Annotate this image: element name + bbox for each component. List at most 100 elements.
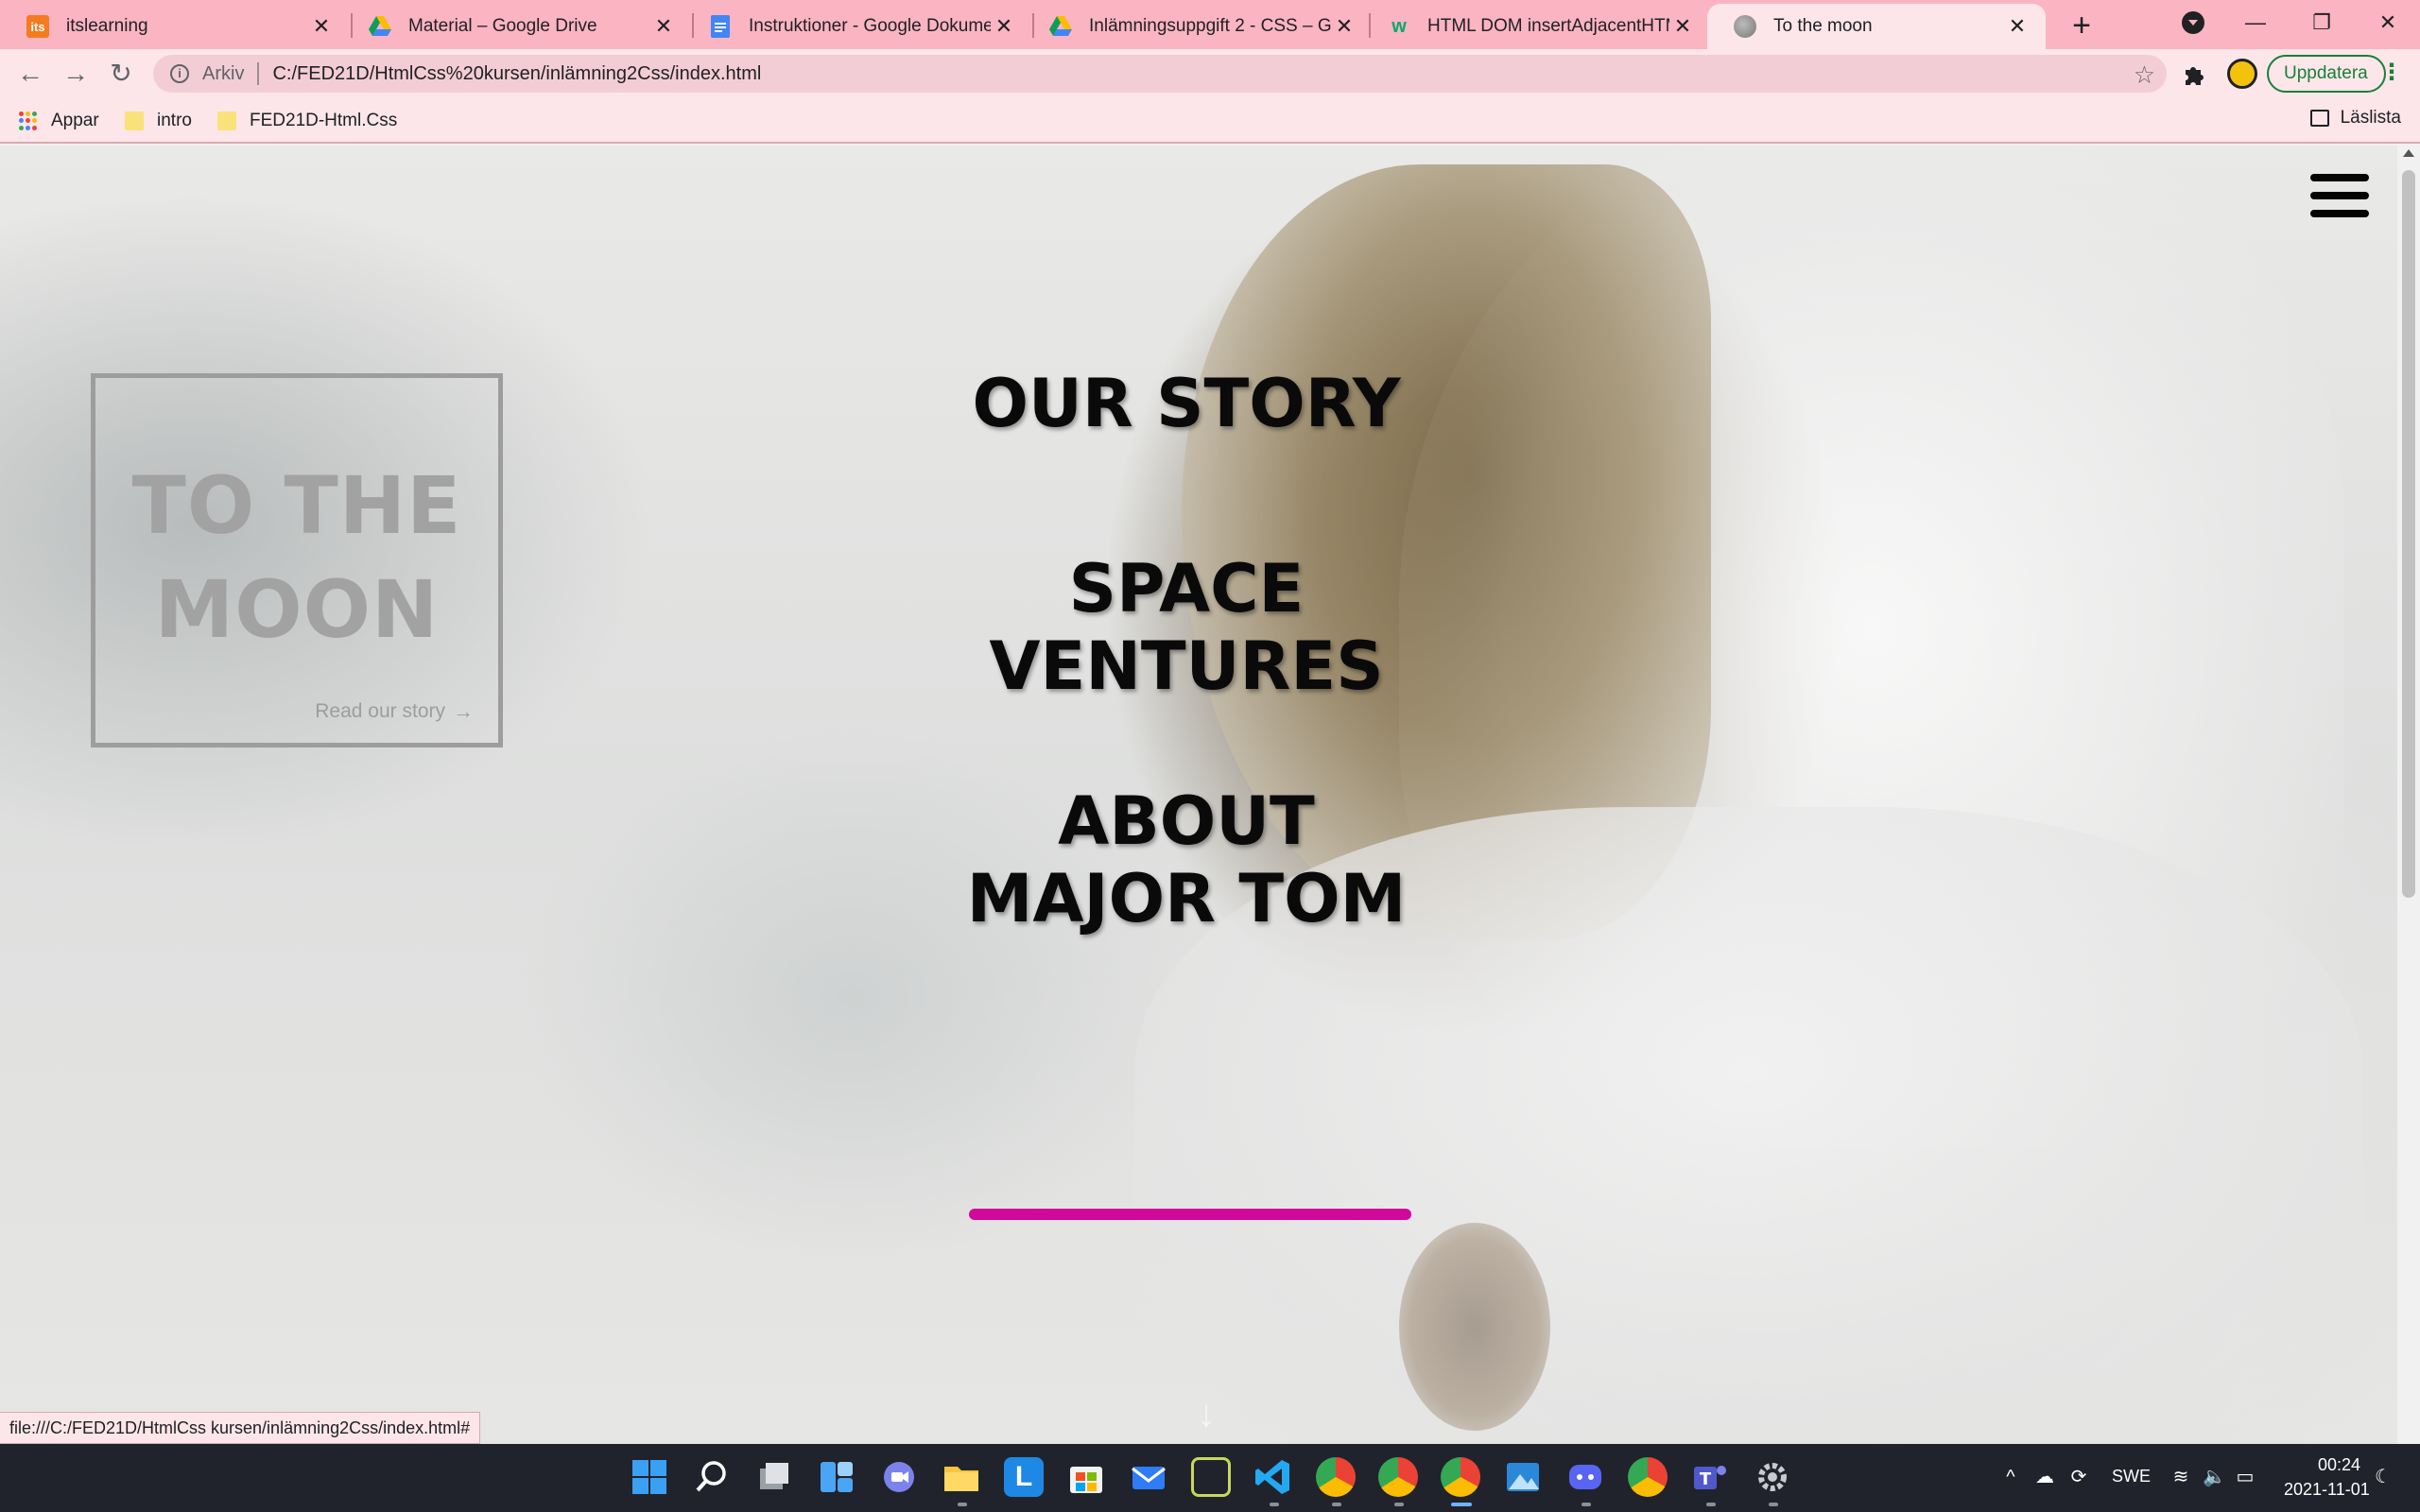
nav-link-label: MAJOR TOM — [966, 860, 1407, 937]
sync-icon[interactable]: ⟳ — [2068, 1467, 2089, 1487]
settings-gear-icon[interactable] — [1753, 1457, 1792, 1497]
active-indicator — [1451, 1503, 1472, 1506]
nav-link-our-story[interactable]: OUR STORY — [851, 365, 1522, 442]
bookmark-star-icon[interactable]: ☆ — [2134, 60, 2155, 90]
chrome-active-icon[interactable] — [1441, 1457, 1480, 1497]
tab-title: Inlämningsuppgift 2 - CSS – Goo — [1089, 16, 1331, 36]
folder-icon — [217, 112, 236, 130]
url-text[interactable]: C:/FED21D/HtmlCss%20kursen/inlämning2Css… — [272, 63, 761, 85]
close-icon[interactable]: ✕ — [1669, 14, 1696, 39]
app-icon[interactable] — [1191, 1457, 1231, 1497]
nav-link-space-ventures[interactable]: SPACE VENTURES — [851, 550, 1522, 705]
bookmark-apps[interactable]: Appar — [19, 108, 99, 134]
vscode-icon[interactable] — [1253, 1457, 1293, 1497]
itslearning-icon: its — [26, 15, 49, 38]
tab-title: itslearning — [66, 16, 148, 36]
arrow-down-icon[interactable]: ↓ — [1197, 1393, 1216, 1435]
chrome-profile-icon[interactable] — [1378, 1457, 1418, 1497]
address-bar[interactable]: i Arkiv C:/FED21D/HtmlCss%20kursen/inläm… — [153, 55, 2167, 93]
search-icon[interactable] — [692, 1457, 732, 1497]
url-scheme-label: Arkiv — [202, 62, 245, 84]
chrome-icon[interactable] — [1316, 1457, 1356, 1497]
tab-itslearning[interactable]: its itslearning ✕ — [0, 4, 350, 49]
mail-icon[interactable] — [1129, 1457, 1168, 1497]
profile-avatar-icon[interactable] — [2227, 59, 2257, 89]
restore-icon[interactable]: ❐ — [2303, 6, 2341, 40]
tab-google-drive[interactable]: Material – Google Drive ✕ — [342, 4, 692, 49]
onedrive-cloud-icon[interactable]: ☁ — [2034, 1467, 2055, 1487]
info-icon[interactable]: i — [170, 64, 189, 83]
teams-chat-icon[interactable] — [879, 1457, 919, 1497]
volume-icon[interactable]: 🔈 — [2203, 1467, 2226, 1487]
tab-title: Instruktioner - Google Dokument — [749, 16, 991, 36]
reading-list-label: Läslista — [2340, 108, 2401, 128]
bookmark-label: Appar — [51, 111, 99, 130]
clock-date[interactable]: 2021-11-01 — [2284, 1480, 2370, 1500]
reload-icon[interactable]: ↻ — [104, 57, 138, 91]
tab-google-docs[interactable]: Instruktioner - Google Dokument ✕ — [683, 4, 1032, 49]
folder-icon — [125, 112, 144, 130]
notifications-moon-icon[interactable]: ☾ — [2373, 1467, 2394, 1487]
microsoft-store-icon[interactable] — [1066, 1457, 1106, 1497]
close-icon[interactable]: ✕ — [308, 14, 335, 39]
wifi-icon[interactable]: ≋ — [2170, 1467, 2191, 1487]
tab-w3schools[interactable]: w HTML DOM insertAdjacentHTML ✕ — [1361, 4, 1711, 49]
tab-inlamningsuppgift[interactable]: Inlämningsuppgift 2 - CSS – Goo ✕ — [1023, 4, 1373, 49]
browser-toolbar: ← → ↻ i Arkiv C:/FED21D/HtmlCss%20kursen… — [0, 49, 2420, 98]
forward-arrow-icon[interactable]: → — [59, 57, 93, 91]
close-icon[interactable]: ✕ — [1331, 14, 1357, 39]
close-icon[interactable]: ✕ — [650, 14, 677, 39]
read-our-story-label: Read our story — [315, 700, 445, 722]
nav-link-label: OUR STORY — [972, 365, 1401, 442]
language-indicator[interactable]: SWE — [2112, 1467, 2151, 1486]
google-drive-icon — [369, 15, 391, 38]
file-explorer-icon[interactable] — [942, 1457, 981, 1497]
chevron-up-icon[interactable]: ^ — [2000, 1467, 2021, 1487]
photos-icon[interactable] — [1503, 1457, 1543, 1497]
running-indicator — [1769, 1503, 1778, 1506]
close-icon[interactable]: ✕ — [991, 14, 1017, 39]
extensions-puzzle-icon[interactable] — [2182, 62, 2206, 87]
page-scrollbar[interactable] — [2397, 146, 2420, 1444]
scroll-up-icon[interactable] — [2403, 149, 2414, 157]
scrollbar-thumb[interactable] — [2402, 170, 2415, 898]
read-our-story-link[interactable]: Read our story → — [315, 699, 474, 724]
windows-taskbar: L T ^ ☁ ⟳ SWE ≋ 🔈 ▭ 00:24 2021-11-01 ☾ — [0, 1444, 2420, 1512]
hero-card: TO THE MOON Read our story → — [91, 373, 503, 747]
reading-list-button[interactable]: Läslista — [2309, 108, 2401, 129]
discord-icon[interactable] — [1565, 1457, 1605, 1497]
app-l-icon[interactable]: L — [1004, 1457, 1044, 1497]
more-menu-icon[interactable]: ⋮ — [2380, 59, 2403, 86]
minimize-icon[interactable]: — — [2237, 6, 2274, 40]
chrome-profile-icon[interactable] — [1628, 1457, 1668, 1497]
new-tab-button[interactable]: + — [2063, 8, 2100, 45]
bookmark-label: FED21D-Html.Css — [250, 111, 398, 130]
bookmark-intro[interactable]: intro — [125, 108, 192, 134]
update-button[interactable]: Uppdatera — [2267, 55, 2386, 93]
bookmarks-bar: Appar intro FED21D-Html.Css Läslista — [0, 98, 2420, 144]
hero-title-line: MOON — [154, 563, 440, 656]
running-indicator — [1270, 1503, 1279, 1506]
tab-to-the-moon[interactable]: To the moon ✕ — [1707, 4, 2046, 49]
nav-link-about-major-tom[interactable]: ABOUT MAJOR TOM — [851, 782, 1522, 937]
tab-title: Material – Google Drive — [408, 16, 597, 36]
task-view-icon[interactable] — [754, 1457, 794, 1497]
window-close-icon[interactable]: ✕ — [2369, 6, 2407, 40]
back-arrow-icon[interactable]: ← — [13, 57, 47, 91]
close-icon[interactable]: ✕ — [2004, 14, 2031, 39]
widgets-icon[interactable] — [817, 1457, 856, 1497]
google-drive-icon — [1049, 15, 1072, 38]
hamburger-menu-icon[interactable] — [2310, 174, 2369, 217]
tab-search-icon[interactable] — [2182, 11, 2204, 34]
running-indicator — [958, 1503, 967, 1506]
mission-patch-image — [1399, 1223, 1550, 1431]
running-indicator — [1332, 1503, 1341, 1506]
bookmark-fed21d[interactable]: FED21D-Html.Css — [217, 108, 397, 134]
battery-icon[interactable]: ▭ — [2235, 1467, 2256, 1487]
reading-list-icon — [2309, 110, 2329, 127]
clock-time[interactable]: 00:24 — [2318, 1455, 2360, 1475]
status-bubble: file:///C:/FED21D/HtmlCss kursen/inlämni… — [0, 1412, 481, 1444]
teams-icon[interactable]: T — [1690, 1457, 1730, 1497]
windows-start-icon[interactable] — [630, 1457, 669, 1497]
url-divider — [257, 62, 260, 85]
